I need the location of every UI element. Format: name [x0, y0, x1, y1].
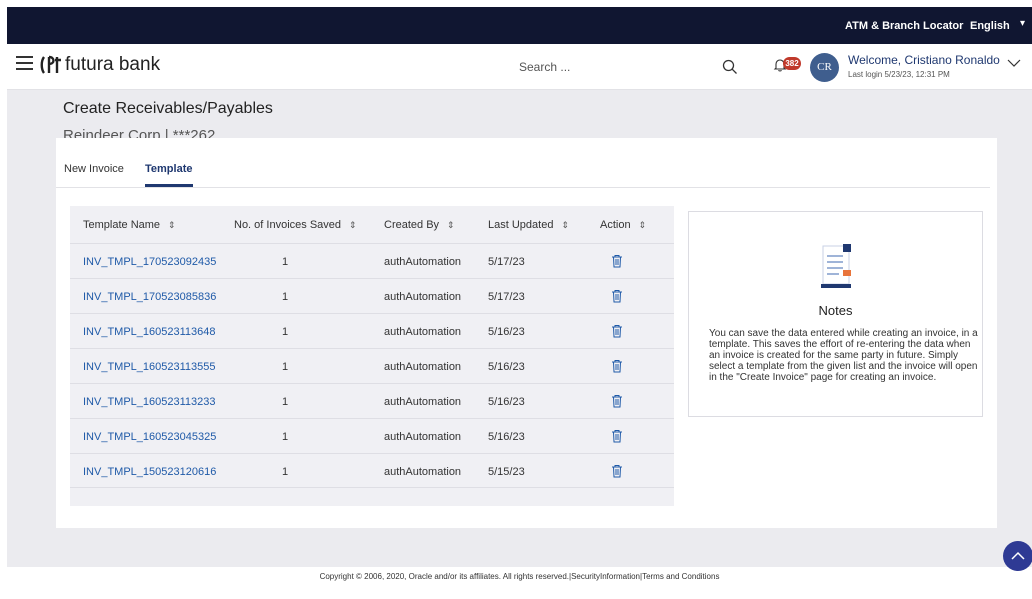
table-row: INV_TMPL_160523113555 1 authAutomation 5… [70, 348, 674, 383]
active-tab-indicator [145, 184, 193, 187]
page-title: Create Receivables/Payables [63, 100, 273, 117]
atm-branch-locator-link[interactable]: ATM & Branch Locator [845, 20, 963, 32]
last-login-text: Last login 5/23/23, 12:31 PM [848, 70, 950, 79]
table-row: INV_TMPL_160523113233 1 authAutomation 5… [70, 383, 674, 418]
template-name-link[interactable]: INV_TMPL_160523113648 [83, 326, 216, 338]
invoices-saved-cell: 1 [282, 431, 289, 443]
app-frame: ATM & Branch Locator English ▾ futura ba… [7, 7, 1032, 599]
content-card: New Invoice Template Template Name ⇕ No. … [56, 138, 997, 528]
invoices-saved-cell: 1 [282, 256, 289, 268]
column-header[interactable]: Action ⇕ [600, 219, 646, 231]
delete-icon[interactable] [611, 324, 623, 338]
table-header: Template Name ⇕ No. of Invoices Saved ⇕ Cr… [70, 206, 674, 243]
delete-icon[interactable] [611, 394, 623, 408]
language-caret-icon[interactable]: ▾ [1020, 18, 1025, 29]
template-name-link[interactable]: INV_TMPL_160523113233 [83, 396, 216, 408]
delete-icon[interactable] [611, 289, 623, 303]
last-updated-cell: 5/17/23 [488, 256, 525, 268]
footer: Copyright © 2006, 2020, Oracle and/or it… [7, 567, 1032, 599]
tab-template[interactable]: Template [145, 163, 192, 175]
column-header[interactable]: No. of Invoices Saved ⇕ [234, 219, 357, 231]
table-row: INV_TMPL_170523085836 1 authAutomation 5… [70, 278, 674, 313]
table-row: INV_TMPL_160523045325 1 authAutomation 5… [70, 418, 674, 453]
created-by-cell: authAutomation [384, 361, 462, 373]
brand-name[interactable]: futura bank [65, 54, 160, 76]
notification-badge[interactable]: 382 [783, 57, 801, 70]
delete-icon[interactable] [611, 429, 623, 443]
invoices-saved-cell: 1 [282, 396, 289, 408]
notes-panel: Notes You can save the data entered whil… [688, 211, 983, 417]
chevron-down-icon[interactable] [1006, 58, 1022, 68]
user-avatar[interactable]: CR [810, 53, 839, 82]
table-row: INV_TMPL_170523092435 1 authAutomation 5… [70, 243, 674, 278]
table-row: INV_TMPL_160523113648 1 authAutomation 5… [70, 313, 674, 348]
notes-document-icon [821, 244, 851, 288]
sort-icon[interactable]: ⇕ [349, 220, 357, 230]
chevron-up-icon[interactable] [1003, 541, 1032, 571]
template-name-link[interactable]: INV_TMPL_170523085836 [83, 291, 216, 303]
created-by-cell: authAutomation [384, 431, 462, 443]
bank-logo-icon [40, 55, 61, 74]
sort-icon[interactable]: ⇕ [168, 220, 176, 230]
last-updated-cell: 5/15/23 [488, 466, 525, 478]
invoices-saved-cell: 1 [282, 361, 289, 373]
template-name-link[interactable]: INV_TMPL_160523045325 [83, 431, 216, 443]
template-name-link[interactable]: INV_TMPL_160523113555 [83, 361, 216, 373]
tab-new-invoice[interactable]: New Invoice [64, 163, 124, 175]
delete-icon[interactable] [611, 359, 623, 373]
sort-icon[interactable]: ⇕ [639, 220, 647, 230]
notes-title: Notes [818, 303, 853, 318]
created-by-cell: authAutomation [384, 291, 462, 303]
last-updated-cell: 5/16/23 [488, 361, 525, 373]
search-box[interactable]: Search ... [519, 56, 739, 80]
search-input[interactable]: Search ... [519, 60, 570, 74]
last-updated-cell: 5/16/23 [488, 326, 525, 338]
tab-bar: New Invoice Template [56, 138, 990, 188]
template-name-link[interactable]: INV_TMPL_150523120616 [83, 466, 216, 478]
column-header[interactable]: Last Updated ⇕ [488, 219, 569, 231]
column-header[interactable]: Template Name ⇕ [83, 219, 176, 231]
language-selector[interactable]: English [970, 20, 1010, 32]
last-updated-cell: 5/16/23 [488, 431, 525, 443]
created-by-cell: authAutomation [384, 396, 462, 408]
delete-icon[interactable] [611, 254, 623, 268]
search-icon[interactable] [722, 59, 738, 75]
created-by-cell: authAutomation [384, 256, 462, 268]
sort-icon[interactable]: ⇕ [561, 220, 569, 230]
header: futura bank Search ... 382 CR Welcome, C… [7, 44, 1032, 90]
sort-icon[interactable]: ⇕ [447, 220, 455, 230]
scroll-to-top-button[interactable] [1003, 541, 1032, 571]
menu-icon[interactable] [16, 56, 33, 70]
notes-text: You can save the data entered while crea… [709, 328, 978, 383]
templates-table: Template Name ⇕ No. of Invoices Saved ⇕ Cr… [70, 206, 674, 506]
last-updated-cell: 5/17/23 [488, 291, 525, 303]
table-row: INV_TMPL_150523120616 1 authAutomation 5… [70, 453, 674, 488]
template-name-link[interactable]: INV_TMPL_170523092435 [83, 256, 216, 268]
invoices-saved-cell: 1 [282, 291, 289, 303]
column-header[interactable]: Created By ⇕ [384, 219, 455, 231]
created-by-cell: authAutomation [384, 326, 462, 338]
invoices-saved-cell: 1 [282, 466, 289, 478]
top-bar: ATM & Branch Locator English ▾ [7, 7, 1032, 44]
created-by-cell: authAutomation [384, 466, 462, 478]
invoices-saved-cell: 1 [282, 326, 289, 338]
welcome-text[interactable]: Welcome, Cristiano Ronaldo [848, 53, 1000, 67]
delete-icon[interactable] [611, 464, 623, 478]
last-updated-cell: 5/16/23 [488, 396, 525, 408]
